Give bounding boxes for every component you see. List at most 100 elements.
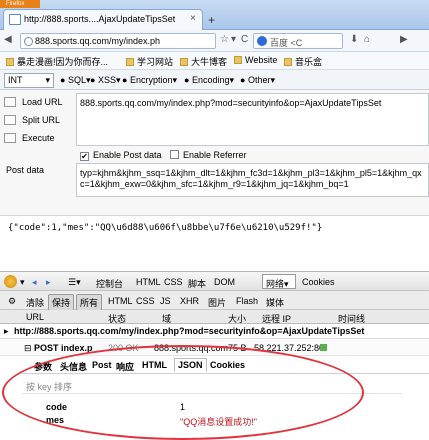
- menu-label: Encoding: [191, 75, 230, 85]
- checkbox-label: Enable Post data: [93, 150, 162, 160]
- dropdown-icon: ▾: [284, 279, 289, 289]
- bookmark-label: 音乐盒: [295, 57, 323, 67]
- split-icon: [4, 115, 16, 125]
- action-label: Execute: [22, 133, 55, 143]
- int-select[interactable]: INT ▾: [4, 73, 54, 88]
- firefox-menu-button[interactable]: Firefox: [0, 0, 40, 8]
- folder-icon: [284, 58, 292, 66]
- post-data-textarea[interactable]: typ=kjhm&kjhm_ssq=1&kjhm_dlt=1&kjhm_fc3d…: [76, 163, 429, 197]
- checkbox-box: [170, 150, 179, 159]
- menu-encryption[interactable]: ● Encryption▾: [122, 75, 177, 86]
- folder-icon: [126, 58, 134, 66]
- enable-referrer-checkbox[interactable]: Enable Referrer: [170, 150, 247, 160]
- folder-icon: [180, 58, 188, 66]
- url-textarea[interactable]: 888.sports.qq.com/my/index.php?mod=secur…: [76, 93, 429, 146]
- collapse-icon[interactable]: ⊟: [24, 343, 32, 354]
- new-tab-button[interactable]: +: [208, 13, 215, 27]
- hackbar-toolbar: INT ▾ ● SQL▾ ● XSS▾ ● Encryption▾ ● Enco…: [0, 70, 429, 90]
- menu-label: Encryption: [129, 75, 173, 85]
- filter-flash[interactable]: Flash: [232, 294, 262, 308]
- inspect-icon[interactable]: ◂: [32, 277, 37, 288]
- bookmark-folder[interactable]: Website: [234, 55, 277, 65]
- action-label: Load URL: [22, 97, 63, 107]
- load-icon: [4, 97, 16, 107]
- browser-tab[interactable]: http://888.sports....AjaxUpdateTipsSet ×: [3, 9, 203, 30]
- bookmark-folder[interactable]: 学习网站: [126, 55, 173, 68]
- execute-icon: [4, 133, 16, 143]
- bookmark-label: 大牛博客: [191, 57, 228, 67]
- navigation-bar: ◀ 888.sports.qq.com/my/index.ph ☆ ▾ C 百度…: [0, 30, 429, 52]
- network-filter-bar: ⚙ 清除 保持 所有 HTML CSS JS XHR 图片 Flash 媒体: [0, 291, 429, 311]
- nav-forward-icon[interactable]: ▸: [46, 277, 51, 288]
- filter-images[interactable]: 图片: [204, 294, 230, 311]
- pin-icon[interactable]: ⚙: [4, 294, 20, 309]
- request-url: http://888.sports.qq.com/my/index.php?mo…: [14, 326, 365, 336]
- clear-button[interactable]: 清除: [22, 294, 48, 311]
- execute-button[interactable]: Execute: [4, 133, 55, 143]
- tab-label: 网络: [266, 279, 285, 289]
- download-icon[interactable]: ⬇: [350, 34, 358, 45]
- checkbox-label: Enable Referrer: [183, 150, 247, 160]
- timeline-bar: [320, 344, 327, 351]
- tab-css[interactable]: CSS: [164, 277, 183, 287]
- network-table-header: URL 状态 域 大小 远程 IP 时间线: [0, 310, 429, 324]
- firebug-toolbar: ▾ ◂ ▸ ☰▾ 控制台 HTML CSS 脚本 DOM 网络▾ Cookies: [0, 271, 429, 291]
- bookmark-folder[interactable]: 音乐盒: [284, 55, 322, 68]
- filter-css[interactable]: CSS: [132, 294, 159, 308]
- home-icon[interactable]: ⌂: [364, 34, 370, 45]
- tab-script[interactable]: 脚本: [188, 277, 206, 290]
- filter-media[interactable]: 媒体: [262, 294, 288, 311]
- post-data-label: Post data: [6, 165, 45, 175]
- persist-button[interactable]: 保持: [48, 294, 75, 311]
- menu-xss[interactable]: ● XSS▾: [90, 75, 120, 86]
- menu-encoding[interactable]: ● Encoding▾: [184, 75, 234, 86]
- request-url-row[interactable]: ▸ http://888.sports.qq.com/my/index.php?…: [0, 324, 429, 339]
- filter-xhr[interactable]: XHR: [176, 294, 203, 308]
- bookmark-icon: [6, 58, 14, 66]
- filter-js[interactable]: JS: [156, 294, 175, 308]
- tab-console[interactable]: 控制台: [96, 277, 123, 290]
- enable-post-checkbox[interactable]: ✔ Enable Post data: [80, 150, 162, 161]
- check-icon: ✔: [80, 152, 89, 161]
- filter-all[interactable]: 所有: [76, 294, 103, 311]
- page-icon: [9, 14, 21, 25]
- response-body: {"code":1,"mes":"QQ\u6d88\u606f\u8bbe\u7…: [0, 215, 429, 265]
- menu-icon[interactable]: ☰▾: [68, 277, 81, 288]
- split-url-button[interactable]: Split URL: [4, 115, 60, 125]
- tab-title: http://888.sports....AjaxUpdateTipsSet: [24, 14, 176, 24]
- expand-icon[interactable]: ▸: [4, 326, 9, 337]
- search-input[interactable]: 百度 <C: [253, 33, 343, 49]
- select-value: INT: [8, 75, 23, 85]
- tab-cookies[interactable]: Cookies: [302, 277, 335, 287]
- tab-dom[interactable]: DOM: [214, 277, 235, 287]
- dropdown-icon[interactable]: ▾: [20, 277, 25, 288]
- close-icon[interactable]: ×: [190, 13, 196, 24]
- url-text: 888.sports.qq.com/my/index.ph: [35, 36, 161, 46]
- title-bar: Firefox http://888.sports....AjaxUpdateT…: [0, 0, 429, 30]
- menu-sql[interactable]: ● SQL▾: [60, 75, 90, 86]
- request-method: POST index.p: [34, 343, 93, 353]
- column-url[interactable]: URL: [26, 312, 44, 322]
- tab-network[interactable]: 网络▾: [262, 274, 296, 289]
- dropdown-icon[interactable]: ▾: [231, 34, 236, 45]
- bookmark-item[interactable]: 暴走漫画!因为你而存...: [6, 55, 108, 68]
- star-icon[interactable]: ☆: [220, 34, 229, 45]
- firebug-icon[interactable]: [4, 275, 17, 288]
- url-bar[interactable]: 888.sports.qq.com/my/index.ph: [20, 33, 216, 49]
- bookmark-label: 暴走漫画!因为你而存...: [17, 57, 109, 67]
- search-placeholder: 百度 <C: [270, 38, 303, 48]
- load-url-button[interactable]: Load URL: [4, 97, 63, 107]
- tab-html[interactable]: HTML: [136, 277, 161, 287]
- bookmark-folder[interactable]: 大牛博客: [180, 55, 227, 68]
- menu-label: Other: [247, 75, 271, 85]
- menu-other[interactable]: ● Other▾: [240, 75, 275, 86]
- highlight-ellipse: [2, 345, 364, 440]
- forward-icon[interactable]: ▶: [400, 34, 408, 45]
- baidu-icon: [257, 36, 267, 46]
- menu-label: XSS: [97, 75, 116, 85]
- bookmark-label: Website: [245, 55, 278, 65]
- bookmark-label: 学习网站: [137, 57, 174, 67]
- back-icon[interactable]: ◀: [4, 34, 12, 45]
- bookmarks-bar: 暴走漫画!因为你而存... 学习网站 大牛博客 Website 音乐盒: [0, 52, 429, 70]
- reload-icon[interactable]: C: [241, 34, 248, 45]
